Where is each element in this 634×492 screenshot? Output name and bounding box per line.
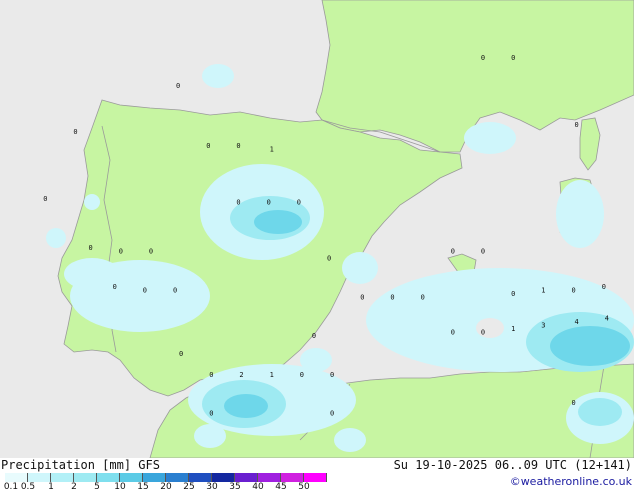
scale-label: 5 <box>94 482 100 492</box>
scale-label: 15 <box>137 482 149 492</box>
precip-value-label: 0 <box>236 142 240 150</box>
precip-value-label: 0 <box>574 121 578 129</box>
precip-value-label: 0 <box>206 142 210 150</box>
precip-value-label: 0 <box>300 371 304 379</box>
precip-value-label: 0 <box>330 371 334 379</box>
precip-value-label: 0 <box>421 294 425 302</box>
precip-value-label: 0 <box>481 329 485 337</box>
scale-step <box>97 473 120 482</box>
scale-step <box>143 473 166 482</box>
scale-step <box>28 473 51 482</box>
scale-label: 40 <box>252 482 264 492</box>
scale-step <box>304 473 327 482</box>
map-title: Precipitation [mm] GFS <box>1 458 160 472</box>
scale-label: 45 <box>275 482 287 492</box>
precip-value-label: 4 <box>605 315 609 323</box>
precip-value-label: 0 <box>511 290 515 298</box>
scale-step <box>74 473 97 482</box>
precip-value-label: 1 <box>270 371 274 379</box>
precip-value-label: 0 <box>451 248 455 256</box>
scale-step <box>235 473 258 482</box>
scale-step <box>166 473 189 482</box>
forecast-datetime: Su 19-10-2025 06..09 UTC (12+141) <box>393 458 632 472</box>
footer: Precipitation [mm] GFS Su 19-10-2025 06.… <box>0 458 634 492</box>
precip-value-label: 0 <box>119 248 123 256</box>
scale-label: 35 <box>229 482 241 492</box>
precip-value-label: 4 <box>574 318 578 326</box>
precip-value-label: 0 <box>149 248 153 256</box>
precip-value-label: 0 <box>511 54 515 62</box>
scale-step <box>258 473 281 482</box>
precip-value-label: 0 <box>143 286 147 294</box>
precip-value-label: 0 <box>173 286 177 294</box>
scale-label: 30 <box>206 482 218 492</box>
color-scale <box>5 473 327 482</box>
scale-label: 25 <box>183 482 195 492</box>
precip-value-label: 0 <box>390 294 394 302</box>
precip-value-label: 0 <box>571 286 575 294</box>
precip-value-label: 0 <box>209 410 213 418</box>
precip-value-label: 3 <box>541 322 545 330</box>
precip-value-label: 0 <box>481 54 485 62</box>
scale-label: 50 <box>298 482 310 492</box>
precip-value-label: 0 <box>360 294 364 302</box>
scale-step <box>51 473 74 482</box>
precip-value-label: 1 <box>270 146 274 154</box>
precip-value-label: 2 <box>239 371 243 379</box>
precip-value-label: 0 <box>330 410 334 418</box>
precip-value-label: 1 <box>511 325 515 333</box>
precip-value-label: 0 <box>602 283 606 291</box>
precip-value-label: 0 <box>267 198 271 206</box>
precip-value-label: 0 <box>451 329 455 337</box>
scale-label: 10 <box>114 482 126 492</box>
scale-label: 1 <box>48 482 54 492</box>
scale-label: 20 <box>160 482 172 492</box>
precip-value-label: 0 <box>43 195 47 203</box>
precip-value-label: 0 <box>312 332 316 340</box>
scale-label: 0.5 <box>20 482 36 492</box>
precip-value-label: 0 <box>327 255 331 263</box>
precip-value-label: 0 <box>176 82 180 90</box>
scale-step <box>5 473 28 482</box>
precip-value-label: 0 <box>179 350 183 358</box>
scale-step <box>120 473 143 482</box>
scale-step <box>189 473 212 482</box>
precip-value-label: 0 <box>209 371 213 379</box>
precip-value-label: 0 <box>236 198 240 206</box>
precip-value-label: 0 <box>297 198 301 206</box>
credit-link[interactable]: ©weatheronline.co.uk <box>510 475 632 488</box>
scale-step <box>212 473 235 482</box>
scale-label: 0.1 <box>3 482 19 492</box>
precip-value-label: 0 <box>481 248 485 256</box>
precip-value-label: 0 <box>88 244 92 252</box>
scale-step <box>281 473 304 482</box>
precip-value-label: 0 <box>571 399 575 407</box>
precipitation-map[interactable]: 0 0 0 0 0 1 0 0 0 0 0 0 0 0 0 0 0 0 0 0 0 0 0 0 0 1 0 0 0 0 1 3 4 4 0 0 0 2 1 0… <box>0 0 634 458</box>
precip-value-label: 0 <box>73 128 77 136</box>
precip-value-label: 0 <box>113 283 117 291</box>
scale-label: 2 <box>71 482 77 492</box>
precip-value-label: 1 <box>541 286 545 294</box>
